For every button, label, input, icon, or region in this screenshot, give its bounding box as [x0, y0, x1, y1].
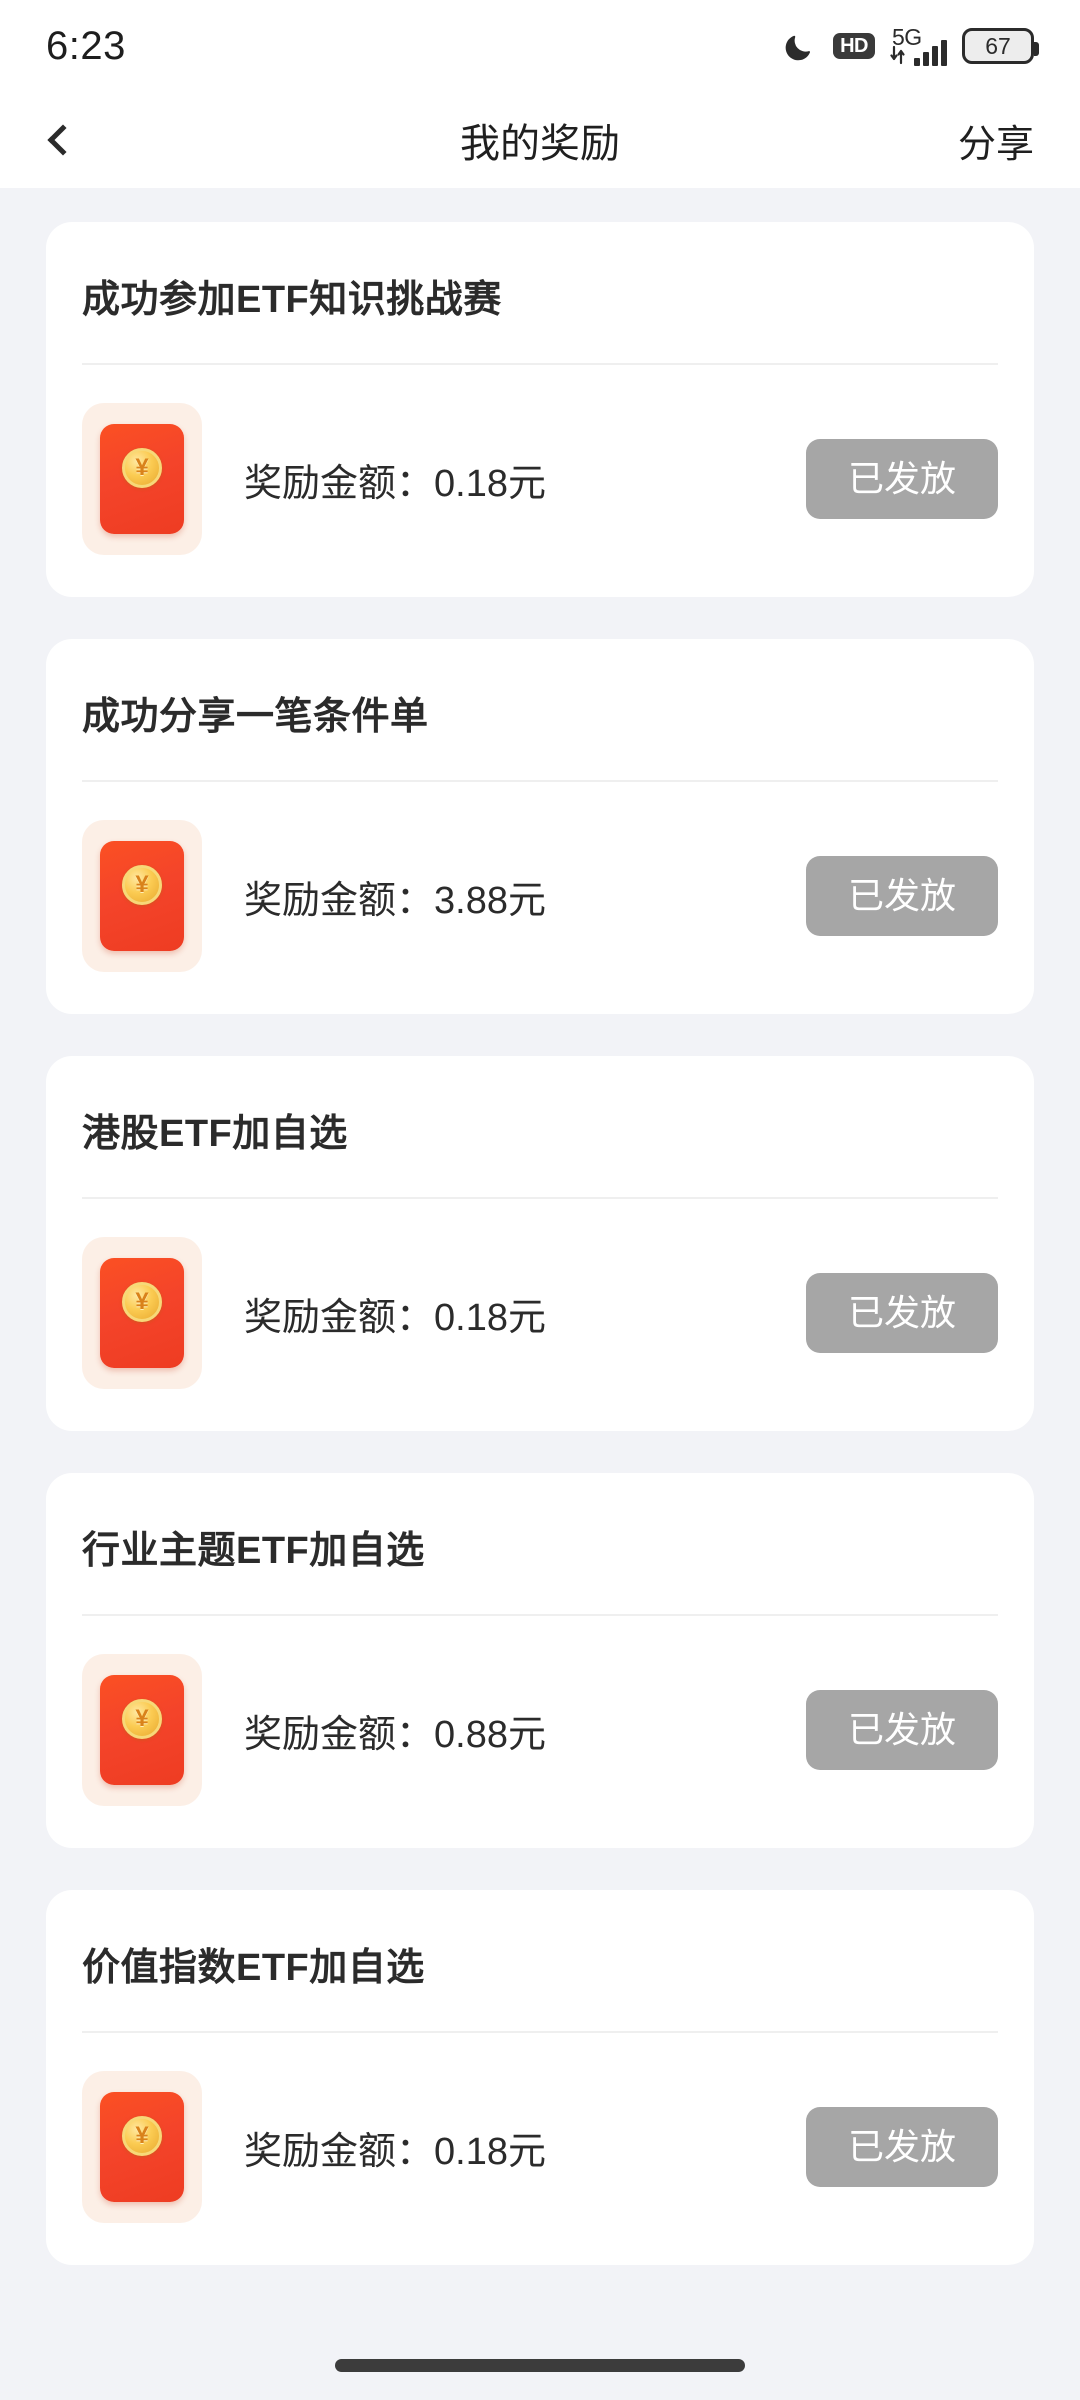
red-envelope-icon: ¥ [82, 403, 202, 555]
red-envelope-icon: ¥ [82, 1237, 202, 1389]
status-bar: 6:23 HD 5G 67 [0, 0, 1080, 92]
reward-amount-value: 0.18元 [434, 1296, 546, 1339]
reward-card[interactable]: 港股ETF加自选 ¥ 奖励金额：0.18元 已发放 [46, 1056, 1034, 1431]
reward-title: 成功参加ETF知识挑战赛 [82, 279, 502, 321]
red-envelope-icon: ¥ [82, 2071, 202, 2223]
reward-status-button[interactable]: 已发放 [805, 2107, 998, 2187]
battery-level-label: 67 [985, 32, 1011, 59]
back-button[interactable] [46, 110, 106, 170]
battery-icon: 67 [962, 28, 1039, 64]
reward-title: 行业主题ETF加自选 [82, 1530, 425, 1572]
reward-amount-text: 奖励金额：0.18元 [244, 452, 546, 507]
yuan-symbol: ¥ [135, 871, 149, 898]
yuan-symbol: ¥ [135, 1705, 149, 1732]
reward-row: ¥ 奖励金额：0.18元 已发放 [82, 365, 998, 597]
chevron-left-icon [47, 124, 79, 156]
reward-amount-label: 奖励金额： [244, 2130, 435, 2173]
status-clock: 6:23 [46, 23, 126, 68]
reward-amount-label: 奖励金额： [244, 462, 435, 505]
yuan-symbol: ¥ [135, 454, 149, 481]
reward-amount-value: 0.88元 [434, 1713, 546, 1756]
reward-amount-label: 奖励金额： [244, 879, 435, 922]
reward-status-button[interactable]: 已发放 [805, 439, 998, 519]
yuan-symbol: ¥ [135, 2122, 149, 2149]
red-envelope-icon: ¥ [82, 820, 202, 972]
red-envelope-icon: ¥ [82, 1654, 202, 1806]
reward-amount-label: 奖励金额： [244, 1296, 435, 1339]
reward-amount-text: 奖励金额：0.88元 [244, 1703, 546, 1758]
reward-row: ¥ 奖励金额：0.18元 已发放 [82, 1199, 998, 1431]
reward-card[interactable]: 成功分享一笔条件单 ¥ 奖励金额：3.88元 已发放 [46, 639, 1034, 1014]
reward-status-button[interactable]: 已发放 [805, 1273, 998, 1353]
status-icon-group: HD 5G 67 [782, 26, 1039, 66]
reward-amount-text: 奖励金额：0.18元 [244, 2120, 546, 2175]
reward-title: 价值指数ETF加自选 [82, 1947, 425, 1989]
page-title: 我的奖励 [460, 122, 620, 166]
reward-amount-text: 奖励金额：0.18元 [244, 1286, 546, 1341]
share-button[interactable]: 分享 [958, 113, 1034, 168]
reward-amount-value: 3.88元 [434, 879, 546, 922]
home-gesture-bar[interactable] [335, 2359, 745, 2372]
reward-row: ¥ 奖励金额：3.88元 已发放 [82, 782, 998, 1014]
yuan-symbol: ¥ [135, 1288, 149, 1315]
reward-status-button[interactable]: 已发放 [805, 1690, 998, 1770]
hd-icon: HD [833, 33, 875, 59]
reward-card[interactable]: 成功参加ETF知识挑战赛 ¥ 奖励金额：0.18元 已发放 [46, 222, 1034, 597]
reward-amount-text: 奖励金额：3.88元 [244, 869, 546, 924]
reward-amount-value: 0.18元 [434, 462, 546, 505]
reward-card[interactable]: 价值指数ETF加自选 ¥ 奖励金额：0.18元 已发放 [46, 1890, 1034, 2265]
reward-row: ¥ 奖励金额：0.88元 已发放 [82, 1616, 998, 1848]
moon-icon [782, 28, 818, 64]
reward-card[interactable]: 行业主题ETF加自选 ¥ 奖励金额：0.88元 已发放 [46, 1473, 1034, 1848]
reward-title: 成功分享一笔条件单 [82, 696, 429, 738]
network-signal-icon: 5G [890, 26, 947, 66]
phone-screen: 6:23 HD 5G 67 我的奖励 分享 成功参加ETF知识挑战赛 ¥ 奖励金… [0, 0, 1080, 2400]
reward-status-button[interactable]: 已发放 [805, 856, 998, 936]
reward-amount-label: 奖励金额： [244, 1713, 435, 1756]
rewards-list: 成功参加ETF知识挑战赛 ¥ 奖励金额：0.18元 已发放 成功分享一笔条件单 [0, 188, 1080, 2265]
data-transfer-arrows-icon [890, 45, 912, 65]
reward-amount-value: 0.18元 [434, 2130, 546, 2173]
reward-row: ¥ 奖励金额：0.18元 已发放 [82, 2033, 998, 2265]
app-header: 我的奖励 分享 [0, 92, 1080, 188]
reward-title: 港股ETF加自选 [82, 1113, 348, 1155]
